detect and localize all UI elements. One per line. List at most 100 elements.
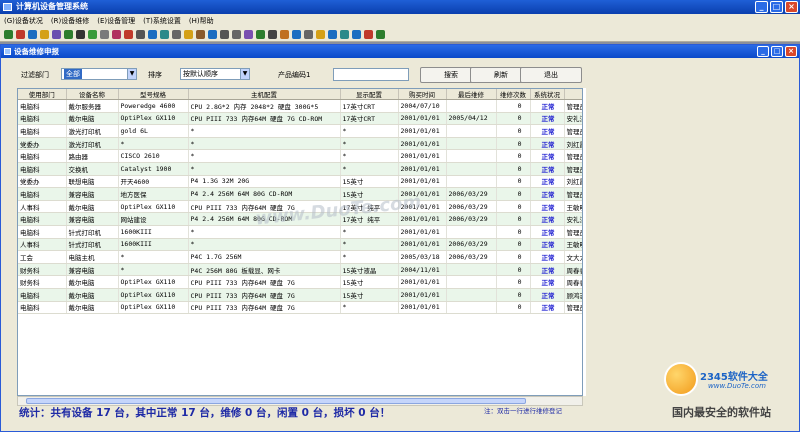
doc-icon[interactable] bbox=[100, 29, 109, 39]
circle-icon[interactable] bbox=[184, 29, 193, 39]
table-row[interactable]: 电脑科 戴尔电脑 OptiPlex GX110 CPU PIII 733 内存64M … bbox=[18, 301, 582, 315]
column-header[interactable]: 购买时间 bbox=[398, 89, 447, 100]
printer-icon[interactable] bbox=[268, 29, 277, 39]
exit-icon[interactable] bbox=[376, 29, 385, 39]
column-header[interactable]: 维修次数 bbox=[496, 89, 531, 100]
table-row[interactable]: 电脑科 戴尔服务器 Poweredge 4600 CPU 2.8G*2 内存 2048… bbox=[18, 99, 582, 113]
search-icon[interactable] bbox=[292, 29, 301, 39]
table-icon[interactable] bbox=[172, 29, 181, 39]
table-cell: 刘红霞 bbox=[564, 175, 582, 189]
table-row[interactable]: 电脑科 戴尔电脑 OptiPlex GX110 CPU PIII 733 内存64M … bbox=[18, 288, 582, 302]
monitor-icon[interactable] bbox=[352, 29, 361, 39]
column-header[interactable]: 使用部门 bbox=[18, 89, 67, 100]
trash-icon[interactable] bbox=[304, 29, 313, 39]
child-maximize-button[interactable]: □ bbox=[771, 46, 783, 57]
menu-device-manage[interactable]: (E)设备管理 bbox=[97, 16, 135, 26]
table-cell: CPU PIII 733 内存64M 硬盘 7G CD-ROM bbox=[188, 112, 341, 126]
grid-icon[interactable] bbox=[136, 29, 145, 39]
column-header[interactable]: 最后维修 bbox=[446, 89, 497, 100]
column-header[interactable]: 系统状况 bbox=[530, 89, 565, 100]
table-row[interactable]: 电脑科 兼容电脑 地方医保 P4 2.4 256M 64M 80G CD-ROM 15英… bbox=[18, 187, 582, 201]
green-icon[interactable] bbox=[88, 29, 97, 39]
table-row[interactable]: 电脑科针式打印机1600KIII**2001/01/010正常管理员 bbox=[18, 225, 582, 239]
child-close-button[interactable]: × bbox=[785, 46, 797, 57]
table-row[interactable]: 电脑科路由器CISCO 2610**2001/01/010正常管理员 bbox=[18, 149, 582, 163]
table-cell bbox=[446, 263, 497, 277]
lock-icon[interactable] bbox=[220, 29, 229, 39]
table-row[interactable]: 工会 电脑主机 * P4C 1.7G 256M * 2005/03/18 2006/03/2… bbox=[18, 250, 582, 264]
pen-icon[interactable] bbox=[112, 29, 121, 39]
table-row[interactable]: 党委办激光打印机***2001/01/010正常刘红霞 bbox=[18, 137, 582, 151]
column-header[interactable]: 显示配置 bbox=[340, 89, 399, 100]
table-cell: 2006/03/29 bbox=[446, 187, 497, 201]
dept-select[interactable]: 全部 ▼ bbox=[61, 68, 137, 80]
filter-icon[interactable] bbox=[160, 29, 169, 39]
sort-select[interactable]: 按默认顺序 ▼ bbox=[180, 68, 250, 80]
table-cell: 正常 bbox=[530, 275, 565, 289]
column-header[interactable]: 型号规格 bbox=[118, 89, 189, 100]
filter-bar: 过滤部门 全部 ▼ 排序 按默认顺序 ▼ 产品编码1 搜索 刷新 退出 bbox=[1, 58, 799, 88]
maximize-button[interactable]: □ bbox=[770, 1, 783, 13]
vertical-scrollbar[interactable] bbox=[583, 88, 586, 396]
clipboard-icon[interactable] bbox=[280, 29, 289, 39]
close-button[interactable]: × bbox=[785, 1, 798, 13]
menu-system-settings[interactable]: (T)系统设置 bbox=[143, 16, 181, 26]
tool-icon[interactable] bbox=[208, 29, 217, 39]
window-icon bbox=[4, 48, 11, 55]
export-icon[interactable] bbox=[148, 29, 157, 39]
table-row[interactable]: 电脑科交换机Catalyst 1900**2001/01/010正常管理员 bbox=[18, 162, 582, 176]
table-row[interactable]: 党委办 联想电脑 开天4600 P4 1.3G 32M 20G 15英寸 2001/01/… bbox=[18, 175, 582, 189]
table-cell: 2001/01/01 bbox=[398, 275, 447, 289]
table-cell: 激光打印机 bbox=[66, 124, 119, 138]
column-header[interactable]: 责任人 bbox=[564, 89, 582, 100]
table-row[interactable]: 财务科 戴尔电脑 OptiPlex GX110 CPU PIII 733 内存64M … bbox=[18, 275, 582, 289]
check-icon[interactable] bbox=[64, 29, 73, 39]
table-cell: 网站建设 bbox=[118, 212, 189, 226]
product-code-input[interactable] bbox=[333, 68, 409, 81]
app-titlebar: 计算机设备管理系统 _ □ × bbox=[0, 0, 800, 14]
table-cell: 正常 bbox=[530, 187, 565, 201]
table-cell: 刘红霞 bbox=[564, 137, 582, 151]
repair-grid[interactable]: 使用部门设备名称型号规格主机配置显示配置购买时间最后维修维修次数系统状况责任人 … bbox=[17, 88, 583, 396]
chevron-down-icon[interactable]: ▼ bbox=[127, 69, 136, 79]
arrow-icon[interactable] bbox=[28, 29, 37, 39]
table-row[interactable]: 财务科 兼容电脑 * P4C 256M 80G 板载显、网卡 15英寸液晶 2004/11… bbox=[18, 263, 582, 277]
edit-icon[interactable] bbox=[52, 29, 61, 39]
table-cell: 电脑科 bbox=[18, 187, 67, 201]
table-row[interactable]: 电脑科激光打印机gold 6L**2001/01/010正常管理员 bbox=[18, 124, 582, 138]
warning-icon[interactable] bbox=[40, 29, 49, 39]
cut-icon[interactable] bbox=[76, 29, 85, 39]
table-cell bbox=[446, 99, 497, 113]
table-row[interactable]: 人事科 针式打印机 1600KIII * * 2001/01/01 2006/03/29 0 正… bbox=[18, 238, 582, 252]
stop-icon[interactable] bbox=[124, 29, 133, 39]
table-cell: 人事科 bbox=[18, 200, 67, 214]
table-cell: 2004/11/01 bbox=[398, 263, 447, 277]
table-cell: 0 bbox=[496, 187, 531, 201]
gear-icon[interactable] bbox=[256, 29, 265, 39]
home-icon[interactable] bbox=[16, 29, 25, 39]
exit-button[interactable]: 退出 bbox=[520, 67, 582, 83]
table-cell: 财务科 bbox=[18, 263, 67, 277]
column-header[interactable]: 主机配置 bbox=[188, 89, 341, 100]
menu-device-repair[interactable]: (R)设备维修 bbox=[51, 16, 89, 26]
refresh-icon[interactable] bbox=[4, 29, 13, 39]
power-icon[interactable] bbox=[364, 29, 373, 39]
menu-help[interactable]: (H)帮助 bbox=[189, 16, 214, 26]
table-cell: 电脑科 bbox=[18, 301, 67, 315]
column-header[interactable]: 设备名称 bbox=[66, 89, 119, 100]
info-icon[interactable] bbox=[340, 29, 349, 39]
minimize-button[interactable]: _ bbox=[755, 1, 768, 13]
table-cell: 电脑科 bbox=[18, 288, 67, 302]
tags-icon[interactable] bbox=[244, 29, 253, 39]
folder-icon[interactable] bbox=[316, 29, 325, 39]
dept-label: 过滤部门 bbox=[21, 71, 49, 79]
chevron-down-icon[interactable]: ▼ bbox=[240, 69, 249, 79]
table-row[interactable]: 电脑科 戴尔电脑 OptiPlex GX110 CPU PIII 733 内存64M … bbox=[18, 112, 582, 126]
scroll-thumb[interactable] bbox=[26, 398, 526, 404]
tag-icon[interactable] bbox=[196, 29, 205, 39]
menu-device-status[interactable]: (G)设备状况 bbox=[4, 16, 43, 26]
child-minimize-button[interactable]: _ bbox=[757, 46, 769, 57]
site-logo: 2345软件大全 www.DuoTe.com 国内最安全的软件站 bbox=[656, 360, 800, 432]
wrench-icon[interactable] bbox=[232, 29, 241, 39]
help-icon[interactable] bbox=[328, 29, 337, 39]
